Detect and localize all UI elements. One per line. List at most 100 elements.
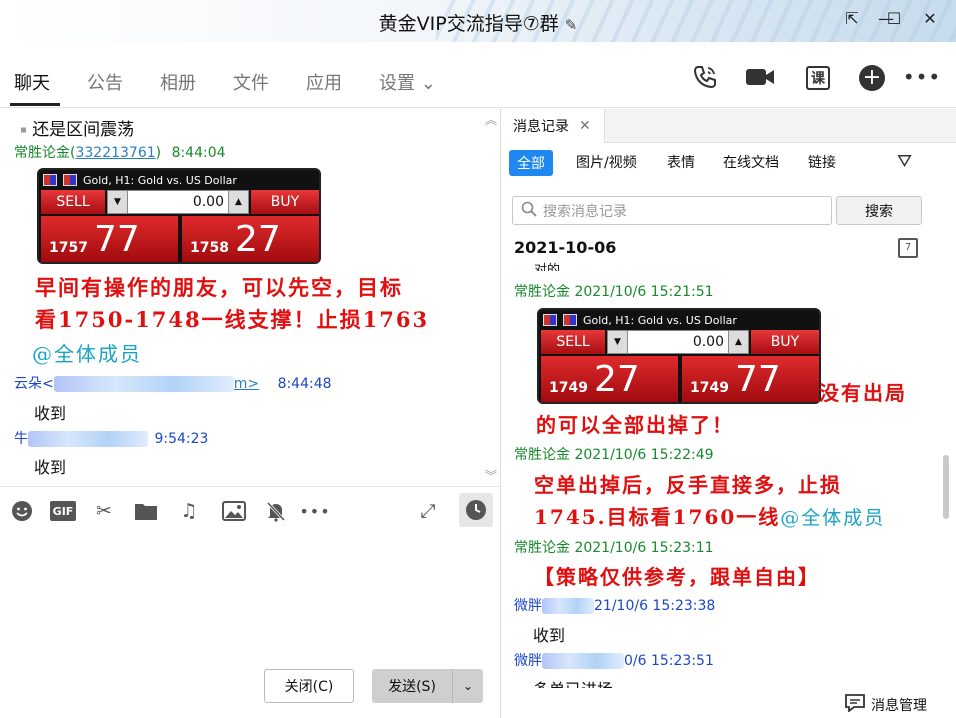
close-button[interactable]: 关闭(C) (264, 669, 354, 703)
sell-price: 1757 77 (41, 216, 178, 262)
sell-price: 1749 27 (541, 356, 678, 402)
buy-price-big: 77 (734, 359, 781, 400)
voice-call-icon[interactable] (690, 62, 720, 92)
message-time: 8:44:04 (171, 145, 226, 161)
message-text: 收到 (34, 458, 67, 477)
tab-chat[interactable]: 聊天 (14, 69, 50, 95)
buy-label: BUY (751, 330, 819, 354)
filter-media[interactable]: 图片/视频 (576, 152, 637, 172)
more-icon[interactable]: ••• (903, 62, 940, 92)
tab-apps[interactable]: 应用 (306, 69, 342, 95)
filter-all[interactable]: 全部 (509, 150, 553, 176)
message-text: 的可以全部出掉了！ (536, 413, 734, 437)
filter-links[interactable]: 链接 (808, 152, 836, 172)
emoji-icon[interactable] (10, 499, 34, 523)
pin-icon[interactable]: ⇱ (842, 9, 862, 28)
tab-announcement[interactable]: 公告 (87, 69, 123, 95)
lot-value: 0.00 (692, 334, 724, 350)
chevron-up-icon: ▲ (228, 191, 248, 213)
filter-icon[interactable]: ⛛ (897, 151, 912, 172)
sender-name-end: ) (155, 145, 162, 161)
tab-message-history[interactable]: 消息记录 ✕ (501, 109, 605, 143)
message-text: 多单已进场 (533, 676, 613, 688)
chevron-down-icon: ▼ (608, 331, 628, 353)
redacted-block (542, 598, 594, 614)
chevron-up-icon: ▲ (728, 331, 748, 353)
lot-value: 0.00 (192, 194, 224, 210)
filter-stickers[interactable]: 表情 (667, 152, 695, 172)
tab-album[interactable]: 相册 (160, 69, 196, 95)
sender-qq-link[interactable]: 332213761 (75, 145, 155, 161)
composer-toolbar: GIF ✂ ♫ ••• ⤢ (0, 486, 500, 534)
music-icon[interactable]: ♫ (177, 499, 201, 523)
sell-price-small: 1749 (549, 380, 588, 396)
message-text: 收到 (34, 404, 67, 423)
message-text: 看1750-1748一线支撑！止损1763 (35, 307, 430, 332)
tab-settings[interactable]: 设置 ⌄ (379, 69, 436, 95)
message-text: 空单出掉后，反手直接多，止损 (534, 473, 842, 497)
tab-files[interactable]: 文件 (233, 69, 269, 95)
gif-icon[interactable]: GIF (50, 501, 76, 521)
message-time: 8:44:48 (277, 376, 332, 392)
search-icon (521, 201, 537, 221)
close-icon[interactable]: ✕ (579, 118, 591, 134)
expand-icon[interactable]: ⤢ (416, 499, 440, 523)
video-call-icon[interactable] (745, 62, 775, 92)
message-text: 对的 (534, 263, 561, 271)
message-manager-label: 消息管理 (871, 698, 927, 714)
bullet-icon: ▪ (20, 124, 27, 136)
filter-docs[interactable]: 在线文档 (723, 152, 779, 172)
flag-icon (543, 314, 557, 326)
more-icon[interactable]: ••• (299, 499, 329, 523)
buy-price-small: 1758 (190, 240, 229, 256)
folder-icon[interactable] (134, 499, 158, 523)
flag-icon (43, 174, 57, 186)
group-name: 黄金VIP交流指导⑦群 (378, 13, 559, 35)
history-search-input[interactable]: 搜索消息记录 (512, 196, 832, 225)
lesson-icon[interactable]: 课 (806, 66, 830, 90)
send-label: 发送(S) (388, 679, 436, 695)
message-meta: 常胜论金 2021/10/6 15:21:51 (514, 284, 714, 300)
history-log[interactable]: 2021-10-06 7 对的 常胜论金 2021/10/6 15:21:51 … (501, 233, 941, 688)
tab-bar: 聊天 公告 相册 文件 应用 设置 ⌄ 课 + ••• (0, 42, 956, 108)
search-button[interactable]: 搜索 (836, 196, 922, 225)
add-icon[interactable]: + (859, 65, 885, 91)
history-scrollbar[interactable] (943, 455, 949, 519)
maximize-icon[interactable]: ☐ (884, 9, 904, 28)
window-title: 黄金VIP交流指导⑦群 ✎ (0, 9, 956, 36)
redacted-block (542, 653, 624, 669)
calendar-icon[interactable]: 7 (898, 238, 918, 258)
history-clock-icon[interactable] (459, 493, 493, 527)
message-text: 还是区间震荡 (32, 120, 135, 140)
mute-bell-icon[interactable] (264, 499, 288, 523)
sell-price-big: 77 (93, 219, 140, 260)
message-meta: 微胖 21/10/6 15:23:38 (514, 595, 715, 615)
image-icon[interactable] (222, 499, 246, 523)
message-manager-button[interactable]: 消息管理 (845, 694, 927, 716)
close-icon[interactable]: ✕ (920, 9, 940, 28)
history-tab-bar: 消息记录 ✕ (501, 109, 956, 143)
redacted-block (53, 376, 234, 392)
flag-icon (563, 314, 577, 326)
send-button[interactable]: 发送(S) ⌄ (372, 669, 483, 703)
mention-all[interactable]: @全体成员 (32, 338, 142, 367)
message-text: 早间有操作的朋友，可以先空，目标 (35, 275, 403, 300)
message-text: 没有出局 (819, 381, 907, 405)
symbol-label: Gold, H1: Gold vs. US Dollar (83, 173, 237, 187)
scissors-icon[interactable]: ✂ (92, 499, 116, 523)
scroll-up-icon[interactable]: ︽ (485, 111, 497, 128)
sender-name-end[interactable]: m> (234, 376, 259, 392)
flag-icon (63, 174, 77, 186)
message-meta: 常胜论金 2021/10/6 15:23:11 (514, 540, 714, 556)
mention-all[interactable]: @全体成员 (780, 507, 885, 529)
buy-price: 1749 77 (682, 356, 819, 402)
chevron-down-icon[interactable]: ⌄ (452, 669, 483, 703)
scroll-down-icon[interactable]: ︾ (485, 467, 497, 484)
sell-label: SELL (41, 190, 105, 214)
pencil-icon[interactable]: ✎ (565, 16, 578, 34)
message-manager-icon (845, 694, 865, 716)
chat-messages[interactable]: ︽ ▪ 还是区间震荡 常胜论金(332213761) 8:44:04 Gold,… (0, 109, 500, 486)
widget-header: Gold, H1: Gold vs. US Dollar (43, 172, 237, 188)
buy-label: BUY (251, 190, 319, 214)
history-date: 2021-10-06 (514, 238, 617, 257)
